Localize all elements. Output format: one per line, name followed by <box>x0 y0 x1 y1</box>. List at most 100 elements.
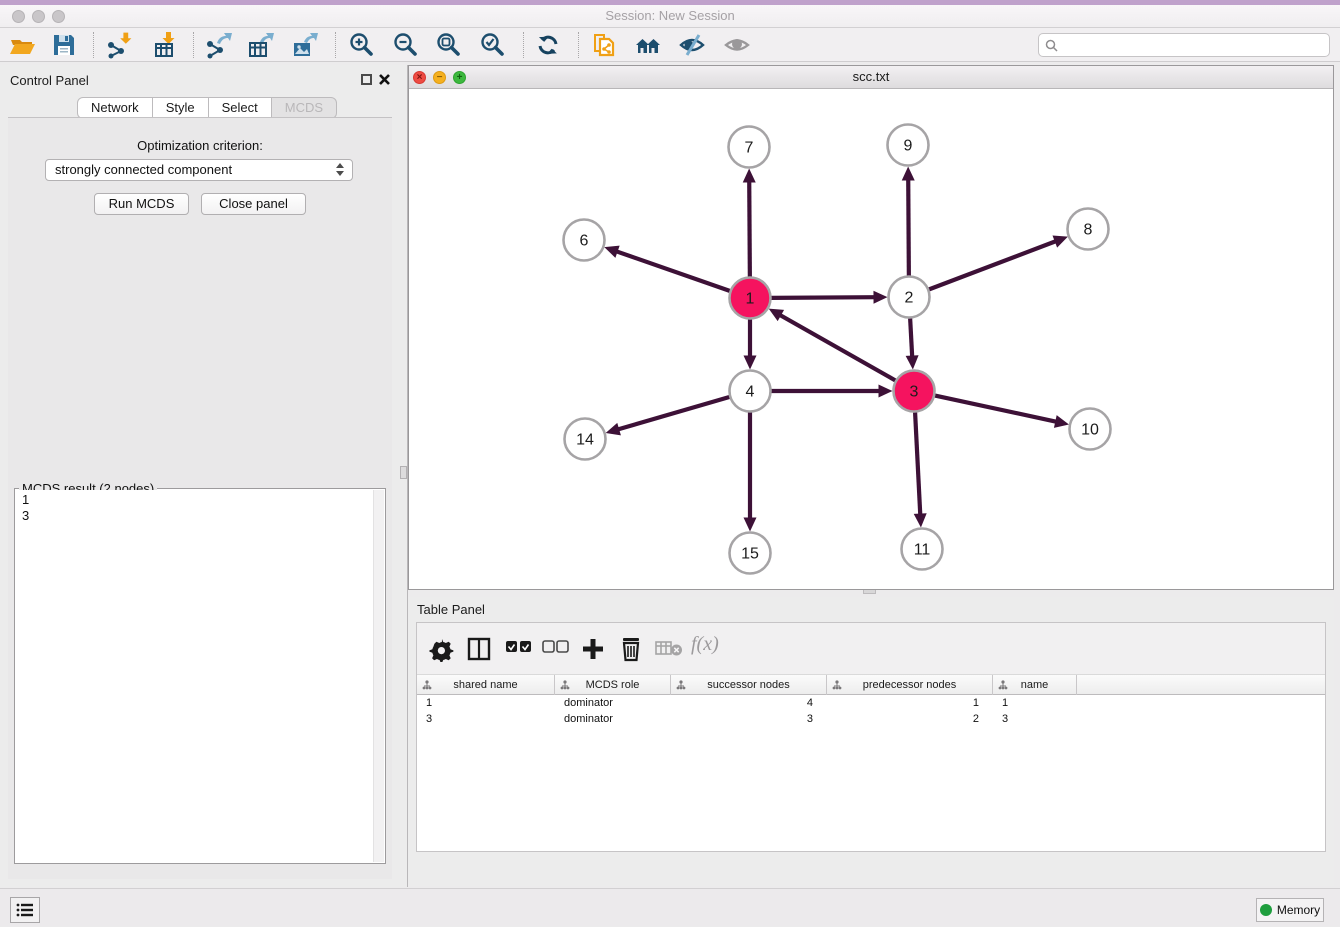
close-panel-button[interactable]: Close panel <box>201 193 306 215</box>
export-network-icon[interactable] <box>204 31 232 59</box>
search-input[interactable] <box>1038 33 1330 57</box>
edge-arrowhead <box>902 166 915 180</box>
table-cell[interactable]: 3 <box>993 711 1077 727</box>
table-cell[interactable]: 3 <box>671 711 827 727</box>
edge-2-9[interactable] <box>908 178 909 275</box>
table-cell[interactable]: 2 <box>827 711 993 727</box>
edge-1-6[interactable] <box>616 251 730 291</box>
float-panel-icon[interactable] <box>361 74 372 85</box>
table-cell[interactable]: 1 <box>417 695 555 711</box>
minimize-window-button[interactable] <box>32 10 45 23</box>
show-task-history-button[interactable] <box>10 897 40 923</box>
edge-arrowhead <box>744 518 757 532</box>
edge-3-10[interactable] <box>935 396 1057 422</box>
frame-close-button[interactable]: × <box>413 71 426 84</box>
add-column-icon[interactable] <box>580 636 606 667</box>
edge-arrowhead <box>606 423 621 435</box>
vertical-splitter[interactable] <box>400 65 408 887</box>
run-mcds-button[interactable]: Run MCDS <box>94 193 189 215</box>
control-panel-header: Control Panel <box>0 65 400 95</box>
toolbar-separator <box>193 32 194 58</box>
edge-1-7[interactable] <box>749 180 750 276</box>
tab-style[interactable]: Style <box>153 97 209 119</box>
refresh-icon[interactable] <box>535 31 563 59</box>
zoom-window-button[interactable] <box>52 10 65 23</box>
close-panel-icon[interactable] <box>378 73 391 86</box>
export-image-icon[interactable] <box>291 31 319 59</box>
table-panel-title: Table Panel <box>417 602 485 617</box>
zoom-in-icon[interactable] <box>348 31 376 59</box>
column-header-successor-nodes[interactable]: successor nodes <box>671 675 827 695</box>
network-graph-canvas[interactable]: 7968124314101511 <box>409 89 1333 589</box>
tab-mcds[interactable]: MCDS <box>272 97 337 119</box>
toolbar-separator <box>335 32 336 58</box>
frame-maximize-button[interactable]: + <box>453 71 466 84</box>
close-window-button[interactable] <box>12 10 25 23</box>
edge-3-11[interactable] <box>915 412 920 515</box>
open-file-icon[interactable] <box>8 31 36 59</box>
column-header-shared-name[interactable]: shared name <box>417 675 555 695</box>
zoom-selected-icon[interactable] <box>479 31 507 59</box>
column-header-MCDS-role[interactable]: MCDS role <box>555 675 671 695</box>
toolbar-separator <box>578 32 579 58</box>
deselect-all-icon[interactable] <box>542 640 570 659</box>
graph-node-label: 1 <box>746 291 755 308</box>
import-table-icon[interactable] <box>152 31 180 59</box>
edge-4-14[interactable] <box>617 397 729 430</box>
network-window-titlebar[interactable]: × − + scc.txt <box>409 66 1333 89</box>
column-header-label: successor nodes <box>707 679 790 691</box>
toolbar-separator <box>93 32 94 58</box>
graph-node-label: 6 <box>580 233 589 250</box>
edge-arrowhead <box>743 168 756 182</box>
function-builder-icon: f(x) <box>691 633 719 656</box>
column-header-predecessor-nodes[interactable]: predecessor nodes <box>827 675 993 695</box>
mcds-result-text[interactable]: 1 3 <box>16 490 373 862</box>
hide-labels-icon[interactable] <box>678 31 706 59</box>
zoom-fit-icon[interactable] <box>435 31 463 59</box>
main-toolbar <box>0 28 1340 62</box>
table-cell[interactable]: 3 <box>417 711 555 727</box>
control-panel-title: Control Panel <box>10 73 89 88</box>
criterion-dropdown[interactable]: strongly connected component <box>45 159 353 181</box>
scrollbar-track[interactable] <box>373 490 384 862</box>
table-toolbar: f(x) <box>417 623 1325 675</box>
column-selector-icon[interactable] <box>466 636 492 667</box>
memory-button[interactable]: Memory <box>1256 898 1324 922</box>
clone-network-icon[interactable] <box>591 31 619 59</box>
import-network-icon[interactable] <box>105 31 133 59</box>
edge-3-1[interactable] <box>779 315 895 381</box>
save-session-icon[interactable] <box>50 31 78 59</box>
edge-2-8[interactable] <box>929 241 1057 289</box>
table-cell[interactable]: 1 <box>827 695 993 711</box>
export-table-icon[interactable] <box>247 31 275 59</box>
splitter-grip[interactable] <box>400 466 407 479</box>
tab-select[interactable]: Select <box>209 97 272 119</box>
edge-arrowhead <box>744 356 757 370</box>
graph-node-label: 9 <box>904 138 913 155</box>
graph-node-label: 15 <box>741 546 759 563</box>
table-settings-icon[interactable] <box>429 636 455 667</box>
mcds-panel: Optimization criterion: strongly connect… <box>8 117 392 879</box>
tab-network[interactable]: Network <box>77 97 153 119</box>
select-all-icon[interactable] <box>505 640 533 659</box>
table-cell[interactable]: dominator <box>555 711 671 727</box>
edge-1-2[interactable] <box>771 297 875 298</box>
edge-arrowhead <box>906 355 919 369</box>
delete-column-icon[interactable] <box>618 636 644 667</box>
table-row[interactable]: 1dominator411 <box>417 695 1325 711</box>
home-layout-icon[interactable] <box>634 31 662 59</box>
network-view-window: × − + scc.txt 7968124314101511 <box>408 65 1334 590</box>
graph-node-label: 7 <box>745 140 754 157</box>
graph-node-label: 2 <box>905 290 914 307</box>
birds-eye-view-icon[interactable] <box>723 31 751 59</box>
edge-arrowhead <box>1054 415 1069 428</box>
table-row[interactable]: 3dominator323 <box>417 711 1325 727</box>
table-cell[interactable]: dominator <box>555 695 671 711</box>
frame-minimize-button[interactable]: − <box>433 71 446 84</box>
zoom-out-icon[interactable] <box>392 31 420 59</box>
mcds-result-box: MCDS result (2 nodes) 1 3 <box>14 488 386 864</box>
column-header-name[interactable]: name <box>993 675 1077 695</box>
table-cell[interactable]: 1 <box>993 695 1077 711</box>
table-cell[interactable]: 4 <box>671 695 827 711</box>
edge-2-3[interactable] <box>910 318 912 357</box>
